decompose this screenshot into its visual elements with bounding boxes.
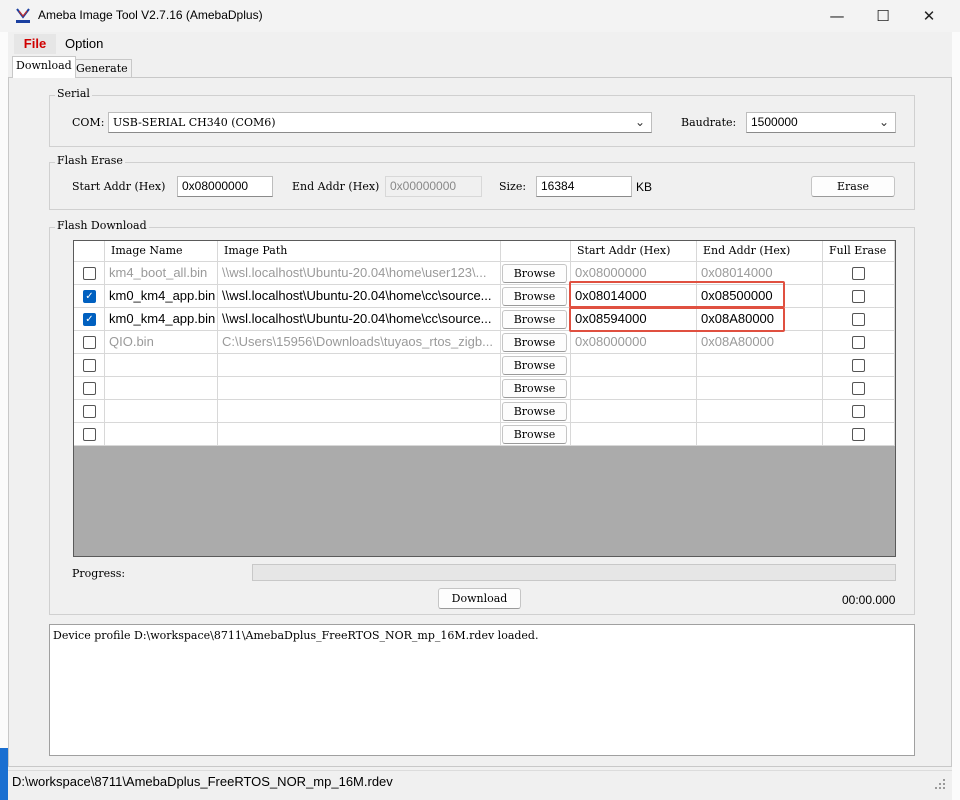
start-addr-cell[interactable] (571, 377, 697, 400)
com-label: COM: (72, 116, 105, 129)
highlight-box (569, 307, 785, 332)
start-addr-cell[interactable]: 0x08000000 (571, 331, 697, 354)
flash-download-group-label: Flash Download (55, 219, 149, 232)
com-select[interactable]: USB-SERIAL CH340 (COM6) ⌄ (108, 112, 652, 133)
row-enable-checkbox[interactable]: ✓ (83, 290, 96, 303)
chevron-down-icon: ⌄ (634, 115, 645, 129)
end-addr-cell[interactable] (697, 400, 823, 423)
resize-grip-icon[interactable] (934, 778, 946, 790)
browse-button[interactable]: Browse (502, 379, 567, 398)
maximize-button[interactable]: ☐ (860, 0, 906, 32)
start-addr-cell[interactable] (571, 400, 697, 423)
end-addr-cell[interactable] (697, 354, 823, 377)
progress-bar (252, 564, 896, 581)
com-select-value: USB-SERIAL CH340 (COM6) (113, 116, 276, 129)
full-erase-checkbox[interactable] (852, 267, 865, 280)
full-erase-checkbox[interactable] (852, 405, 865, 418)
baudrate-select-value: 1500000 (751, 115, 798, 129)
image-name-cell[interactable] (105, 354, 218, 377)
baudrate-select[interactable]: 1500000 ⌄ (746, 112, 896, 133)
full-erase-checkbox[interactable] (852, 382, 865, 395)
image-name-cell[interactable]: km0_km4_app.bin (105, 285, 218, 308)
menu-option[interactable]: Option (65, 34, 103, 54)
image-name-cell[interactable]: km0_km4_app.bin (105, 308, 218, 331)
image-name-cell[interactable]: QIO.bin (105, 331, 218, 354)
progress-label: Progress: (72, 567, 126, 580)
flash-erase-group-label: Flash Erase (55, 154, 125, 167)
full-erase-checkbox[interactable] (852, 313, 865, 326)
image-path-cell[interactable]: \\wsl.localhost\Ubuntu-20.04\home\cc\sou… (218, 285, 501, 308)
serial-group-label: Serial (55, 87, 92, 100)
row-enable-checkbox[interactable] (83, 359, 96, 372)
image-name-cell[interactable] (105, 400, 218, 423)
erase-size-label: Size: (499, 180, 527, 193)
image-path-cell[interactable]: C:\Users\15956\Downloads\tuyaos_rtos_zig… (218, 331, 501, 354)
start-addr-cell[interactable] (571, 354, 697, 377)
browse-button[interactable]: Browse (502, 310, 567, 329)
browse-button[interactable]: Browse (502, 356, 567, 375)
elapsed-time: 00:00.000 (842, 593, 896, 607)
full-erase-checkbox[interactable] (852, 428, 865, 441)
baudrate-label: Baudrate: (681, 116, 737, 129)
browse-button[interactable]: Browse (502, 402, 567, 421)
highlight-box (569, 281, 785, 308)
start-addr-cell[interactable] (571, 423, 697, 446)
browse-button[interactable]: Browse (502, 287, 567, 306)
download-button[interactable]: Download (438, 588, 521, 609)
table-header-end-addr: End Addr (Hex) (697, 241, 823, 262)
table-header-select (74, 241, 105, 262)
table-header-image-path: Image Path (218, 241, 501, 262)
image-name-cell[interactable]: km4_boot_all.bin (105, 262, 218, 285)
end-addr-cell[interactable] (697, 377, 823, 400)
table-header-start-addr: Start Addr (Hex) (571, 241, 697, 262)
image-path-cell[interactable] (218, 377, 501, 400)
close-button[interactable]: ✕ (906, 0, 952, 32)
image-path-cell[interactable] (218, 423, 501, 446)
erase-start-input[interactable]: 0x08000000 (177, 176, 273, 197)
erase-start-label: Start Addr (Hex) (72, 180, 166, 193)
status-text: D:\workspace\8711\AmebaDplus_FreeRTOS_NO… (12, 774, 393, 789)
table-header-image-name: Image Name (105, 241, 218, 262)
row-enable-checkbox[interactable] (83, 267, 96, 280)
table-header-full-erase: Full Erase (823, 241, 895, 262)
erase-end-input: 0x00000000 (385, 176, 482, 197)
row-enable-checkbox[interactable]: ✓ (83, 313, 96, 326)
row-enable-checkbox[interactable] (83, 336, 96, 349)
image-path-cell[interactable]: \\wsl.localhost\Ubuntu-20.04\home\user12… (218, 262, 501, 285)
image-name-cell[interactable] (105, 423, 218, 446)
tab-generate[interactable]: Generate (72, 59, 132, 77)
erase-end-label: End Addr (Hex) (292, 180, 380, 193)
erase-size-unit: KB (636, 180, 653, 194)
browse-button[interactable]: Browse (502, 333, 567, 352)
erase-button[interactable]: Erase (811, 176, 895, 197)
chevron-down-icon: ⌄ (878, 115, 889, 129)
row-enable-checkbox[interactable] (83, 428, 96, 441)
ameba-app-icon (16, 8, 30, 23)
minimize-button[interactable]: — (814, 0, 860, 32)
menu-file[interactable]: File (14, 34, 56, 54)
full-erase-checkbox[interactable] (852, 290, 865, 303)
tab-download[interactable]: Download (12, 56, 76, 78)
browse-button[interactable]: Browse (502, 264, 567, 283)
full-erase-checkbox[interactable] (852, 336, 865, 349)
table-header-browse (501, 241, 571, 262)
image-path-cell[interactable]: \\wsl.localhost\Ubuntu-20.04\home\cc\sou… (218, 308, 501, 331)
image-path-cell[interactable] (218, 400, 501, 423)
image-name-cell[interactable] (105, 377, 218, 400)
window-title: Ameba Image Tool V2.7.16 (AmebaDplus) (38, 8, 263, 22)
log-output[interactable]: Device profile D:\workspace\8711\AmebaDp… (49, 624, 915, 756)
row-enable-checkbox[interactable] (83, 405, 96, 418)
row-enable-checkbox[interactable] (83, 382, 96, 395)
image-path-cell[interactable] (218, 354, 501, 377)
end-addr-cell[interactable]: 0x08A80000 (697, 331, 823, 354)
erase-size-input[interactable]: 16384 (536, 176, 632, 197)
menu-bar (8, 32, 952, 56)
full-erase-checkbox[interactable] (852, 359, 865, 372)
end-addr-cell[interactable] (697, 423, 823, 446)
browse-button[interactable]: Browse (502, 425, 567, 444)
